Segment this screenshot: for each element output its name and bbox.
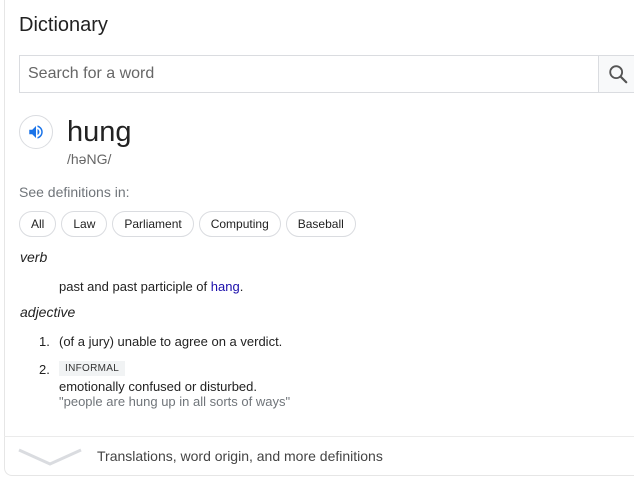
sense-number: 1. xyxy=(39,334,50,349)
sense-definition: emotionally confused or disturbed. xyxy=(59,379,258,394)
more-definitions-link[interactable]: Translations, word origin, and more defi… xyxy=(97,448,383,464)
footer-divider xyxy=(4,436,634,437)
search-button[interactable] xyxy=(598,55,634,93)
speaker-icon xyxy=(29,125,43,139)
card-title: Dictionary xyxy=(19,14,108,36)
search-box[interactable] xyxy=(19,55,599,93)
sense-example: "people are hung up in all sorts of ways… xyxy=(59,394,291,409)
chip-law[interactable]: Law xyxy=(61,211,108,237)
chip-all[interactable]: All xyxy=(19,211,57,237)
chip-baseball[interactable]: Baseball xyxy=(285,211,356,237)
pos-verb: verb xyxy=(20,249,48,265)
see-definitions-label: See definitions in: xyxy=(19,184,130,200)
search-input[interactable] xyxy=(20,56,599,92)
source-chips: All Law Parliament Computing Baseball xyxy=(19,211,356,237)
verb-definition: past and past participle of hang. xyxy=(59,279,243,294)
sense-number: 2. xyxy=(39,362,50,377)
pos-adjective: adjective xyxy=(20,304,76,320)
pronunciation-button[interactable] xyxy=(19,115,53,149)
chevron-down-icon[interactable] xyxy=(17,444,85,468)
verb-def-prefix: past and past participle of xyxy=(59,279,211,294)
hang-link[interactable]: hang xyxy=(211,279,240,294)
search-icon xyxy=(609,65,628,84)
headword: hung xyxy=(67,116,132,148)
phonetic: /həNG/ xyxy=(67,151,112,167)
register-badge: INFORMAL xyxy=(59,361,126,376)
sense-definition: (of a jury) unable to agree on a verdict… xyxy=(59,334,283,349)
chip-parliament[interactable]: Parliament xyxy=(112,211,194,237)
verb-def-suffix: . xyxy=(239,279,244,294)
chip-computing[interactable]: Computing xyxy=(198,211,281,237)
